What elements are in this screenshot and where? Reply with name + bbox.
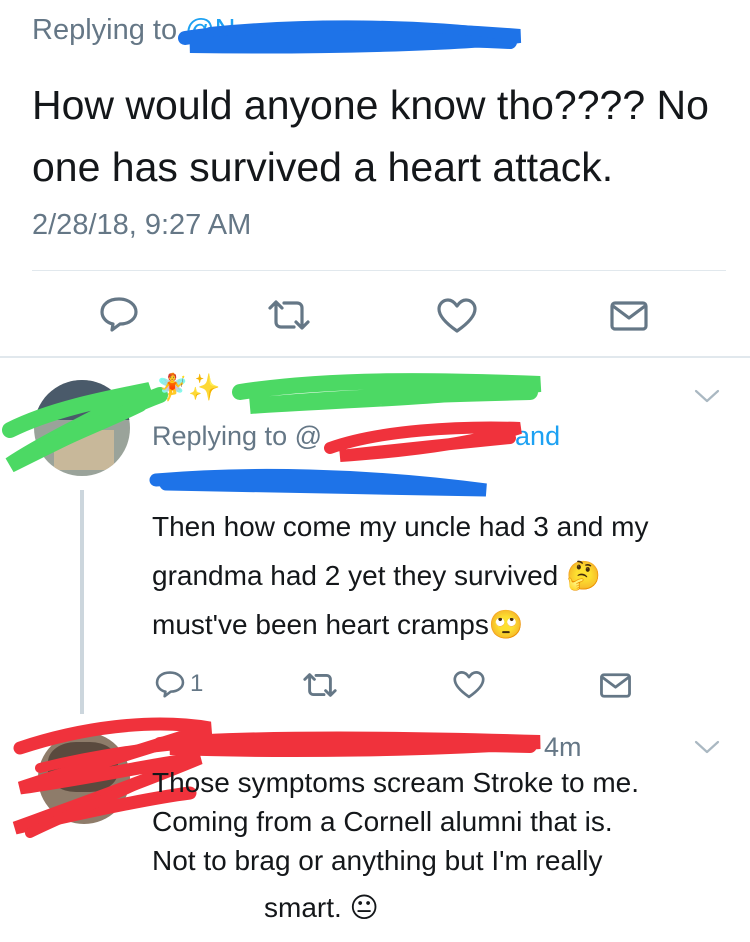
- retweet-icon[interactable]: [264, 298, 314, 332]
- reply-text-line: Not to brag or anything but I'm really: [152, 845, 603, 876]
- reply-text-line: Then how come my uncle had 3 and my: [152, 511, 649, 542]
- retweet-icon[interactable]: [300, 671, 340, 699]
- main-tweet-text: How would anyone know tho???? No one has…: [32, 74, 732, 198]
- chevron-down-icon[interactable]: [692, 737, 722, 757]
- reply-text-line: must've been heart cramps🙄: [152, 609, 524, 640]
- reply-icon[interactable]: [98, 295, 140, 333]
- envelope-icon[interactable]: [599, 672, 632, 699]
- envelope-icon[interactable]: [609, 300, 649, 332]
- replying-to-handle[interactable]: @N: [185, 14, 235, 46]
- reply-text-line: grandma had 2 yet they survived 🤔: [152, 560, 601, 591]
- display-name-emoji: 🧚✨: [156, 372, 221, 402]
- chevron-down-icon[interactable]: [692, 386, 722, 406]
- reply-text: Those symptoms scream Stroke to me. Comi…: [152, 763, 742, 927]
- replying-to-label: Replying to @: [152, 421, 322, 451]
- thread-line: [80, 490, 84, 714]
- reply-text-line: Those symptoms scream Stroke to me.: [152, 767, 640, 798]
- heart-icon[interactable]: [452, 670, 486, 700]
- main-tweet-text-line: one has survived a heart attack.: [32, 144, 614, 190]
- divider: [32, 270, 726, 271]
- replying-to-label: Replying to: [32, 14, 178, 46]
- avatar[interactable]: [38, 732, 130, 824]
- section-divider: [0, 356, 750, 358]
- reply-text: Then how come my uncle had 3 and my gran…: [152, 502, 742, 649]
- replying-to-and: and: [515, 421, 561, 451]
- main-tweet-timestamp: 2/28/18, 9:27 AM: [32, 209, 252, 241]
- heart-icon[interactable]: [436, 297, 478, 335]
- replying-to-line: Replying to @N: [32, 14, 236, 47]
- replying-to-line: Replying to @ and: [152, 421, 560, 452]
- redaction-scribble: [149, 468, 487, 497]
- reply-text-line: Coming from a Cornell alumni that is.: [152, 806, 613, 837]
- avatar[interactable]: [34, 380, 130, 476]
- reply-icon[interactable]: [154, 669, 186, 699]
- reply-count: 1: [190, 670, 204, 697]
- redaction-scribble: [153, 731, 541, 757]
- main-tweet-text-line: How would anyone know tho???? No: [32, 82, 709, 128]
- reply-text-line: smart. 😐: [264, 892, 379, 923]
- tweet-time: 4m: [544, 732, 582, 762]
